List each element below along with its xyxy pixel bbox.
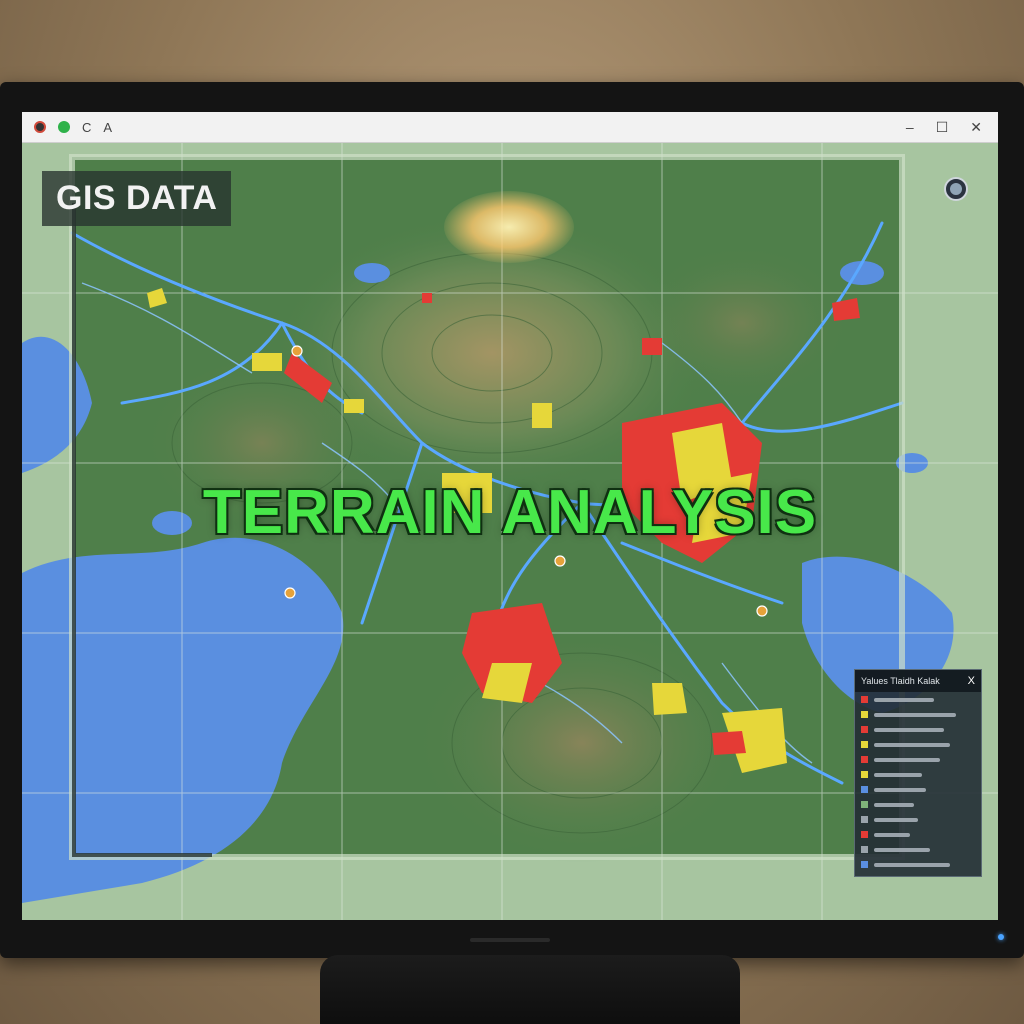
- power-led: [998, 934, 1004, 940]
- legend-item: [855, 707, 981, 722]
- legend-label-placeholder: [874, 772, 922, 777]
- status-indicator-icon: [58, 121, 70, 133]
- legend-label-placeholder: [874, 727, 944, 732]
- legend-item: [855, 797, 981, 812]
- legend-swatch: [861, 831, 868, 838]
- legend-item: [855, 842, 981, 857]
- legend-swatch: [861, 816, 868, 823]
- maximize-button[interactable]: ☐: [936, 119, 949, 136]
- window-titlebar: C A – ☐ ✕: [22, 112, 998, 143]
- address-text[interactable]: A: [103, 120, 112, 135]
- gis-data-label: GIS DATA: [42, 171, 232, 226]
- legend-label-placeholder: [874, 847, 930, 852]
- legend-swatch: [861, 861, 868, 868]
- legend-label-placeholder: [874, 742, 950, 747]
- legend-swatch: [861, 771, 868, 778]
- legend-label-placeholder: [874, 817, 918, 822]
- legend-panel: Yalues Tlaidh Kalak X: [854, 669, 982, 877]
- legend-item: [855, 722, 981, 737]
- legend-item: [855, 737, 981, 752]
- map-canvas[interactable]: GIS DATA TERRAIN ANALYSIS Yalues Tlaidh …: [22, 143, 998, 920]
- legend-swatch: [861, 696, 868, 703]
- legend-title: Yalues Tlaidh Kalak: [861, 676, 940, 686]
- legend-label-placeholder: [874, 832, 910, 837]
- map-title: TERRAIN ANALYSIS: [202, 478, 818, 547]
- legend-list: [855, 692, 981, 872]
- legend-item: [855, 767, 981, 782]
- monitor-brand-mark: [470, 938, 550, 942]
- monitor-stand: [320, 955, 740, 1024]
- legend-close-button[interactable]: X: [968, 675, 975, 687]
- screen: C A – ☐ ✕ GIS DATA TERRAIN ANALYSIS Yalu…: [22, 112, 998, 920]
- close-button[interactable]: ✕: [970, 119, 982, 136]
- legend-swatch: [861, 756, 868, 763]
- legend-item: [855, 812, 981, 827]
- legend-item: [855, 782, 981, 797]
- legend-item: [855, 827, 981, 842]
- legend-swatch: [861, 741, 868, 748]
- app-icon: [34, 121, 46, 133]
- minimize-button[interactable]: –: [906, 119, 914, 136]
- legend-label-placeholder: [874, 757, 940, 762]
- legend-swatch: [861, 786, 868, 793]
- legend-swatch: [861, 711, 868, 718]
- legend-item: [855, 752, 981, 767]
- legend-label-placeholder: [874, 862, 950, 867]
- legend-label-placeholder: [874, 787, 926, 792]
- legend-item: [855, 692, 981, 707]
- legend-label-placeholder: [874, 697, 934, 702]
- legend-label-placeholder: [874, 802, 914, 807]
- globe-icon[interactable]: [944, 177, 968, 201]
- screen-glare: [444, 191, 574, 263]
- legend-header: Yalues Tlaidh Kalak X: [855, 670, 981, 692]
- legend-item: [855, 857, 981, 872]
- legend-swatch: [861, 801, 868, 808]
- reload-button[interactable]: C: [82, 120, 91, 135]
- legend-swatch: [861, 726, 868, 733]
- legend-label-placeholder: [874, 712, 956, 717]
- legend-swatch: [861, 846, 868, 853]
